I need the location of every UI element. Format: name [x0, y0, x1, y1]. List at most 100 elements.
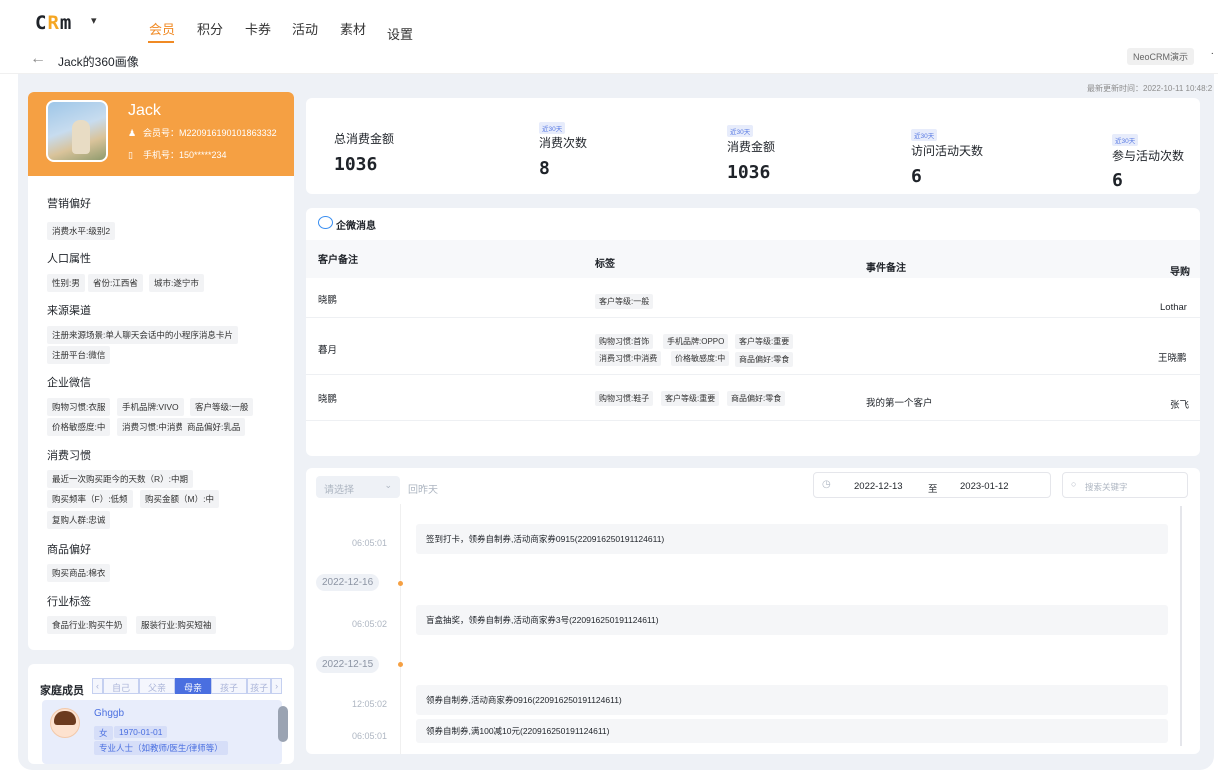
search-icon: ○	[1071, 479, 1077, 489]
activity-timeline-card: 请选择 ⌄ 回昨天 ◷ 2022-12-13 至 2023-01-12 ○ 搜索关…	[306, 468, 1200, 754]
member-name: Jack	[128, 102, 161, 119]
nav-active-indicator	[148, 41, 174, 43]
profile-tag: 客户等级:一般	[190, 398, 254, 416]
chevron-down-icon: ⌄	[384, 480, 392, 490]
nav-item-materials[interactable]: 素材	[340, 19, 366, 38]
member-phone: ▯ 手机号：150*****234	[128, 150, 227, 160]
profile-tag: 手机品牌:VIVO	[117, 398, 184, 416]
family-tab-child[interactable]: 孩子	[211, 678, 248, 694]
column-header-tags: 标签	[595, 259, 615, 270]
cell-tag: 购物习惯:首饰	[595, 334, 654, 349]
date-to[interactable]: 2023-01-12	[960, 481, 1009, 492]
timeline-axis	[400, 504, 401, 754]
timeline-date-label: 2022-12-15	[316, 656, 380, 673]
table-row[interactable]: 暮月 购物习惯:首饰 手机品牌:OPPO 客户等级:重要 消费习惯:中消费 价格…	[306, 318, 1200, 375]
nav-item-settings[interactable]: 设置	[387, 24, 413, 43]
stat-value-total-spend: 1036	[334, 154, 378, 175]
timeline-event[interactable]: 盲盒抽奖，领券自制券,活动商家券3号(220916250191124611)	[416, 605, 1168, 635]
family-tab-self[interactable]: 自己	[103, 678, 140, 694]
family-tabs: ‹ 自己 父亲 母亲 孩子 孩子 ›	[92, 678, 283, 694]
cell-guide: 张飞	[1170, 400, 1190, 411]
date-from[interactable]: 2022-12-13	[854, 481, 903, 492]
last-update-time: 最新更新时间：2022-10-11 10:48:2	[1087, 84, 1213, 93]
timeline-dot	[398, 662, 403, 667]
stat-value-visit-days: 6	[911, 166, 922, 187]
stat-badge-30d: 近30天	[911, 129, 938, 141]
table-row[interactable]: 晓鹏 客户等级:一般 Lothar	[306, 278, 1200, 318]
phone-icon: ▯	[128, 150, 133, 160]
cell-tag: 价格敏感度:中	[671, 351, 730, 366]
event-time: 06:05:01	[352, 731, 388, 741]
stat-label-visit-days: 访问活动天数	[911, 144, 984, 158]
column-header-event-note: 事件备注	[866, 263, 906, 274]
cell-tag: 商品偏好:零食	[727, 391, 786, 406]
profile-tag: 消费水平:级别2	[47, 222, 116, 240]
chevron-left-icon[interactable]: ‹	[92, 678, 103, 694]
wecom-title: 企微消息	[336, 221, 376, 232]
wecom-table-header: 客户备注 标签 事件备注 导购	[306, 240, 1200, 278]
more-icon[interactable]: ·	[1211, 48, 1214, 59]
cell-customer-note: 晓鹏	[318, 295, 338, 306]
profile-tag: 购物习惯:衣服	[47, 398, 111, 416]
family-scrollbar[interactable]	[278, 706, 288, 742]
member-number: ♟ 会员号：M220916190101863332	[128, 128, 277, 138]
nav-item-member[interactable]: 会员	[149, 19, 175, 38]
nav-item-coupons[interactable]: 卡券	[245, 19, 271, 38]
crm-logo[interactable]: CRm	[35, 12, 72, 34]
timeline-dot	[398, 581, 403, 586]
profile-tag: 注册来源场景:单人聊天会话中的小程序消息卡片	[47, 326, 238, 344]
cell-tag: 客户等级:重要	[735, 334, 794, 349]
app-switch-caret-icon[interactable]: ▾	[91, 14, 97, 27]
arrow-left-icon[interactable]: ←	[30, 50, 46, 68]
stat-value-spend-amount: 1036	[727, 162, 771, 183]
event-time: 06:05:01	[352, 538, 388, 548]
cell-event-note: 我的第一个客户	[866, 398, 933, 409]
cell-tag: 购物习惯:鞋子	[595, 391, 654, 406]
timeline-scrollbar[interactable]	[1180, 506, 1182, 746]
back-to-yesterday-link[interactable]: 回昨天	[408, 481, 438, 496]
stat-label-activity-count: 参与活动次数	[1112, 149, 1185, 163]
family-tab-mother[interactable]: 母亲	[175, 678, 212, 694]
clock-icon: ◷	[822, 479, 831, 490]
family-members-panel: 家庭成员 ‹ 自己 父亲 母亲 孩子 孩子 › Ghggb 女 1970-01-…	[28, 664, 294, 764]
cell-tag: 客户等级:一般	[595, 294, 654, 309]
profile-tag: 消费习惯:中消费	[117, 418, 189, 436]
tenant-badge[interactable]: NeoCRM演示	[1126, 48, 1194, 65]
cell-customer-note: 暮月	[318, 345, 338, 356]
column-header-guide: 导购	[1170, 267, 1190, 278]
family-member-occupation: 专业人士（如教师/医生/律师等）	[94, 741, 228, 755]
timeline-event[interactable]: 领券自制券,满100减10元(220916250191124611)	[416, 719, 1168, 743]
search-placeholder: 搜索关键字	[1085, 482, 1128, 492]
family-member-avatar	[50, 708, 80, 738]
section-source-channel: 来源渠道	[47, 305, 91, 317]
chevron-right-icon[interactable]: ›	[271, 678, 283, 694]
profile-tag: 省份:江西省	[88, 274, 143, 292]
family-member-gender: 女	[94, 726, 113, 740]
column-header-customer-note: 客户备注	[318, 255, 358, 266]
stat-badge-30d: 近30天	[1112, 134, 1139, 146]
profile-tag: 注册平台:微信	[47, 346, 111, 364]
section-marketing-preference: 营销偏好	[47, 198, 91, 210]
timeline-event[interactable]: 领券自制券,活动商家券0916(220916250191124611)	[416, 685, 1168, 715]
family-tab-child-2[interactable]: 孩子	[247, 678, 272, 694]
screenshot-stage: { "app": {"logo_c": "C", "logo_r": "R", …	[0, 0, 1218, 778]
family-member-card[interactable]: Ghggb 女 1970-01-01 专业人士（如教师/医生/律师等）	[42, 700, 288, 764]
date-range-picker[interactable]: ◷ 2022-12-13 至 2023-01-12	[813, 472, 1051, 498]
timeline-event[interactable]: 签到打卡，领券自制券,活动商家券0915(220916250191124611)	[416, 524, 1168, 554]
event-time: 12:05:02	[352, 699, 388, 709]
table-row[interactable]: 晓鹏 购物习惯:鞋子 客户等级:重要 商品偏好:零食 我的第一个客户 张飞	[306, 375, 1200, 421]
family-tab-father[interactable]: 父亲	[139, 678, 176, 694]
profile-tag: 城市:遂宁市	[149, 274, 204, 292]
keyword-search-input[interactable]: ○ 搜索关键字	[1062, 472, 1188, 498]
nav-item-points[interactable]: 积分	[197, 19, 223, 38]
date-range-separator: 至	[928, 484, 938, 495]
nav-item-activities[interactable]: 活动	[292, 19, 318, 38]
section-wecom: 企业微信	[47, 377, 91, 389]
page-title: Jack的360画像	[58, 55, 139, 69]
type-select[interactable]: 请选择 ⌄	[316, 476, 400, 498]
profile-tag: 购买频率（F）:低频	[47, 490, 133, 508]
stat-label-spend-amount: 消费金额	[727, 140, 776, 154]
page: { "app": {"logo_c": "C", "logo_r": "R", …	[0, 0, 1218, 778]
top-navigation-bar: CRm ▾ 会员 积分 卡券 活动 素材 设置	[0, 0, 1218, 46]
event-time: 06:05:02	[352, 619, 388, 629]
